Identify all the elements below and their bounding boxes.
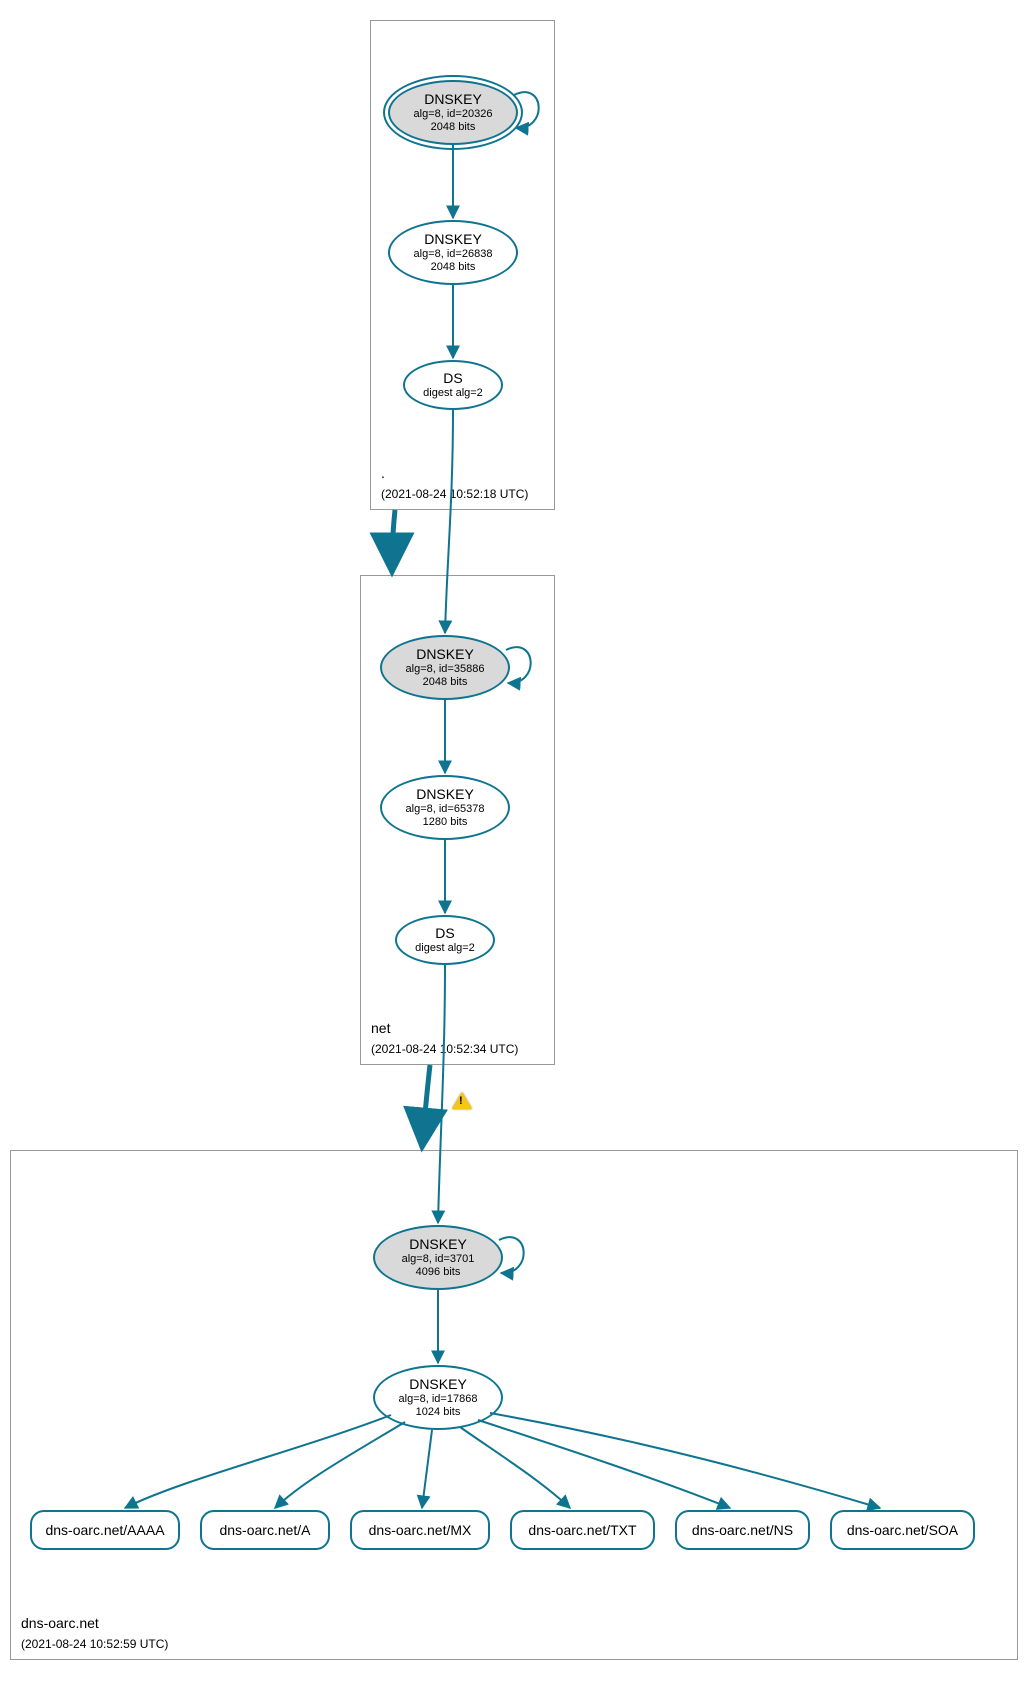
record-soa: dns-oarc.net/SOA — [830, 1510, 975, 1550]
zone-net-ts: (2021-08-24 10:52:34 UTC) — [371, 1042, 518, 1056]
record-ns: dns-oarc.net/NS — [675, 1510, 810, 1550]
node-sub: 4096 bits — [416, 1266, 461, 1279]
node-sub: 2048 bits — [423, 676, 468, 689]
node-net-zsk: DNSKEY alg=8, id=65378 1280 bits — [380, 775, 510, 840]
zone-leaf-ts: (2021-08-24 10:52:59 UTC) — [21, 1637, 168, 1651]
node-sub: 1280 bits — [423, 816, 468, 829]
record-label: dns-oarc.net/TXT — [528, 1522, 636, 1539]
node-sub: 2048 bits — [431, 121, 476, 134]
record-aaaa: dns-oarc.net/AAAA — [30, 1510, 180, 1550]
record-label: dns-oarc.net/AAAA — [45, 1522, 164, 1539]
node-net-ds: DS digest alg=2 — [395, 915, 495, 965]
zone-root-ts: (2021-08-24 10:52:18 UTC) — [381, 487, 528, 501]
node-sub: alg=8, id=3701 — [402, 1253, 475, 1266]
record-label: dns-oarc.net/MX — [369, 1522, 472, 1539]
record-label: dns-oarc.net/SOA — [847, 1522, 958, 1539]
node-title: DNSKEY — [424, 91, 482, 108]
warning-icon — [452, 1092, 472, 1109]
node-sub: digest alg=2 — [415, 942, 475, 955]
node-title: DNSKEY — [416, 646, 474, 663]
zone-leaf: dns-oarc.net (2021-08-24 10:52:59 UTC) — [10, 1150, 1018, 1660]
record-label: dns-oarc.net/A — [219, 1522, 310, 1539]
node-sub: alg=8, id=35886 — [406, 663, 485, 676]
zone-leaf-name: dns-oarc.net — [21, 1615, 99, 1631]
node-title: DNSKEY — [409, 1376, 467, 1393]
node-net-ksk: DNSKEY alg=8, id=35886 2048 bits — [380, 635, 510, 700]
node-title: DNSKEY — [416, 786, 474, 803]
node-title: DNSKEY — [409, 1236, 467, 1253]
node-sub: digest alg=2 — [423, 387, 483, 400]
node-leaf-zsk: DNSKEY alg=8, id=17868 1024 bits — [373, 1365, 503, 1430]
record-txt: dns-oarc.net/TXT — [510, 1510, 655, 1550]
node-root-zsk: DNSKEY alg=8, id=26838 2048 bits — [388, 220, 518, 285]
node-leaf-ksk: DNSKEY alg=8, id=3701 4096 bits — [373, 1225, 503, 1290]
zone-root-name: . — [381, 465, 385, 481]
node-sub: alg=8, id=65378 — [406, 803, 485, 816]
node-root-ksk: DNSKEY alg=8, id=20326 2048 bits — [388, 80, 518, 145]
node-sub: 1024 bits — [416, 1406, 461, 1419]
node-title: DS — [443, 370, 462, 387]
record-label: dns-oarc.net/NS — [692, 1522, 793, 1539]
zone-net-name: net — [371, 1020, 390, 1036]
node-sub: alg=8, id=17868 — [399, 1393, 478, 1406]
node-sub: alg=8, id=20326 — [414, 108, 493, 121]
node-root-ds: DS digest alg=2 — [403, 360, 503, 410]
record-a: dns-oarc.net/A — [200, 1510, 330, 1550]
node-title: DNSKEY — [424, 231, 482, 248]
node-sub: alg=8, id=26838 — [414, 248, 493, 261]
record-mx: dns-oarc.net/MX — [350, 1510, 490, 1550]
node-sub: 2048 bits — [431, 261, 476, 274]
node-title: DS — [435, 925, 454, 942]
